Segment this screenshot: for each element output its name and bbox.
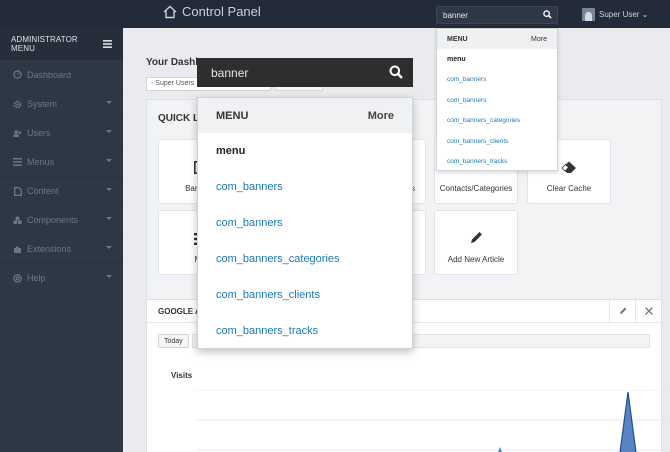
user-menu[interactable]: Super User ⌄ [582, 8, 648, 21]
quick-links-title: QUICK LI [158, 113, 202, 124]
results-section-title: MENU [216, 109, 249, 122]
sidebar-item-system[interactable]: System [0, 89, 123, 118]
results-group: menu [447, 55, 466, 63]
results-group: menu [216, 145, 246, 157]
expand-panel-button[interactable] [635, 300, 661, 322]
brand[interactable]: Control Panel [163, 4, 261, 19]
file-icon [13, 186, 22, 196]
result-item[interactable]: com_banners_categories [437, 111, 557, 132]
menu-toggle-icon[interactable] [103, 40, 112, 48]
chart-title: Visits [171, 371, 193, 380]
today-button[interactable]: Today [158, 334, 189, 348]
tile-add-new-article[interactable]: Add New Article [434, 210, 518, 275]
result-item[interactable]: com_banners_categories [198, 241, 412, 277]
home-icon [163, 5, 177, 18]
chevron-down-icon [106, 101, 112, 104]
user-label: Super User ⌄ [599, 10, 649, 19]
sidebar-item-users[interactable]: Users [0, 118, 123, 147]
users-icon [13, 129, 22, 138]
result-item[interactable]: com_banners [437, 70, 557, 91]
results-header: MENU More [198, 98, 412, 133]
sidebar-item-label: Help [27, 273, 46, 283]
chevron-down-icon [106, 159, 112, 162]
page-title: Control Panel [182, 4, 261, 19]
sidebar-item-label: Extensions [27, 244, 72, 254]
sidebar-item-label: Content [27, 186, 59, 196]
result-item[interactable]: com_banners [198, 205, 412, 241]
dashboard-icon [13, 70, 22, 79]
more-link[interactable]: More [368, 110, 394, 122]
gear-icon [13, 100, 22, 109]
google-analytics-title: GOOGLE A [158, 306, 201, 316]
tile-label: Add New Article [447, 255, 505, 264]
user-group-select-value: - Super Users [151, 80, 195, 87]
chevron-down-icon [106, 188, 112, 191]
top-search-input[interactable] [443, 9, 538, 22]
result-item[interactable]: com_banners [437, 90, 557, 111]
sidebar-item-label: Dashboard [27, 69, 72, 80]
top-search-box[interactable] [436, 6, 558, 24]
result-item[interactable]: com_banners_tracks [198, 313, 412, 349]
chevron-down-icon [106, 275, 112, 278]
result-item[interactable]: com_banners [198, 169, 412, 205]
edit-panel-button[interactable] [609, 300, 635, 322]
sidebar-item-label: System [27, 99, 58, 109]
sidebar-title: ADMINISTRATOR MENU [11, 35, 78, 53]
sidebar-item-dashboard[interactable]: Dashboard [0, 60, 123, 89]
sidebar-item-extensions[interactable]: Extensions [0, 234, 123, 263]
search-box-magnified[interactable] [197, 58, 413, 87]
result-item[interactable]: com_banners_clients [437, 131, 557, 152]
search-input[interactable] [211, 64, 371, 81]
chevron-down-icon [106, 130, 112, 133]
search-results-dropdown: MENU More menu com_banners com_banners c… [197, 97, 413, 349]
pencil-icon [619, 307, 626, 314]
sidebar-item-label: Users [27, 128, 51, 138]
sidebar-item-label: Components [27, 215, 79, 225]
tile-label: Clear Cache [546, 184, 592, 193]
sidebar: ADMINISTRATOR MENU Dashboard System User… [0, 28, 123, 452]
sidebar-header: ADMINISTRATOR MENU [0, 28, 123, 60]
sidebar-item-help[interactable]: Help [0, 263, 123, 292]
cubes-icon [13, 216, 22, 225]
more-link[interactable]: More [531, 36, 547, 43]
avatar [582, 8, 595, 21]
tile-label: Contacts/Categories [439, 184, 513, 193]
chevron-down-icon [106, 217, 112, 220]
sidebar-item-label: Menus [27, 157, 55, 167]
list-icon [13, 158, 22, 167]
result-item[interactable]: com_banners_clients [198, 277, 412, 313]
today-button-label: Today [164, 337, 183, 345]
result-item[interactable]: com_banners_tracks [437, 152, 557, 173]
eraser-icon [561, 161, 576, 173]
results-header: MENU More [437, 29, 557, 49]
search-results-dropdown-small: MENU More menu com_banners com_banners c… [436, 28, 558, 171]
results-section-title: MENU [447, 35, 468, 43]
sidebar-item-components[interactable]: Components [0, 205, 123, 234]
expand-icon [644, 307, 653, 315]
search-icon[interactable] [543, 10, 552, 19]
visits-chart [195, 390, 665, 452]
pencil-icon [471, 232, 482, 243]
puzzle-icon [13, 245, 22, 254]
dashboard-title: Your Dashb [146, 57, 202, 68]
chevron-down-icon [106, 246, 112, 249]
sidebar-item-menus[interactable]: Menus [0, 147, 123, 176]
top-bar: Control Panel Super User ⌄ [0, 0, 670, 28]
help-icon [13, 273, 22, 283]
sidebar-item-content[interactable]: Content [0, 176, 123, 205]
search-icon[interactable] [389, 65, 403, 79]
